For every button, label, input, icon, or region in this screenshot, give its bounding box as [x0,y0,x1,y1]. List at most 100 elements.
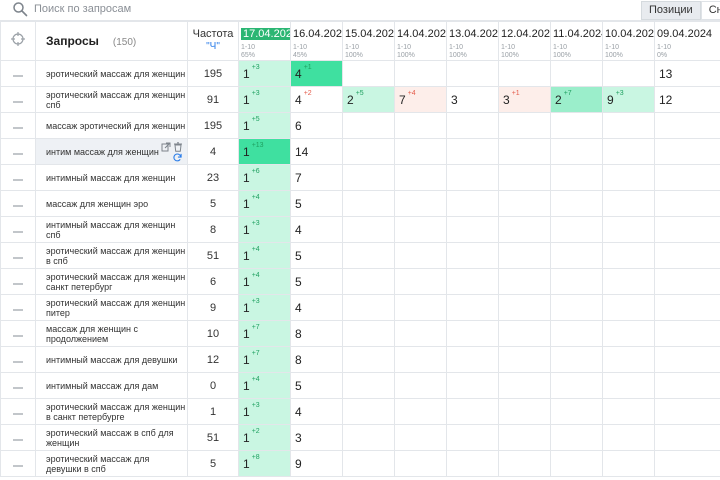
row-select-cell[interactable] [0,320,36,347]
position-cell[interactable]: 1 +6 [238,164,291,191]
query-cell[interactable]: эротический массаж для женщин [35,60,188,87]
row-select-cell[interactable] [0,112,36,139]
query-cell[interactable]: массаж для женщин эро [35,190,188,217]
date-column-header[interactable]: 12.04.2024 1-10100% [498,21,551,61]
position-cell[interactable] [654,320,720,347]
position-cell[interactable] [342,372,395,399]
position-cell[interactable] [654,372,720,399]
table-row[interactable]: эротический массаж для женщин санкт пете… [0,268,720,295]
date-column-header[interactable]: 11.04.2024 1-10 100% [550,21,603,61]
query-cell[interactable]: интимный массаж для женщин [35,164,188,191]
row-select-cell[interactable] [0,268,36,295]
position-cell[interactable] [446,424,499,451]
row-select-cell[interactable] [0,216,36,243]
tab-snippets[interactable]: Снип [700,1,720,20]
query-cell[interactable]: интимный массаж для женщин спб [35,216,188,243]
position-cell[interactable]: 1 +3 [238,60,291,87]
row-select-cell[interactable] [0,190,36,217]
position-cell[interactable] [446,294,499,321]
position-cell[interactable] [394,424,447,451]
position-cell[interactable]: 1 +8 [238,450,291,477]
position-cell[interactable] [498,112,551,139]
position-cell[interactable] [602,294,655,321]
position-cell[interactable] [602,216,655,243]
table-row[interactable]: эротический массаж для женщин питер 9 1 +3 4 [0,294,720,321]
position-cell[interactable] [498,424,551,451]
position-cell[interactable] [342,294,395,321]
queries-header[interactable]: Запросы (150) [35,21,188,61]
position-cell[interactable]: 1 +4 [238,190,291,217]
position-cell[interactable]: 12 [654,86,720,113]
position-cell[interactable] [498,268,551,295]
position-cell[interactable]: 1 +7 [238,346,291,373]
row-select-cell[interactable] [0,164,36,191]
position-cell[interactable]: 7 +4 [394,86,447,113]
table-row[interactable]: интим массаж для женщин 4 1 +13 14 [0,138,720,165]
position-cell[interactable]: 5 [290,242,343,269]
row-select-cell[interactable] [0,242,36,269]
position-cell[interactable] [394,268,447,295]
position-cell[interactable] [550,450,603,477]
position-cell[interactable] [654,268,720,295]
position-cell[interactable] [602,190,655,217]
position-cell[interactable]: 1 +5 [238,112,291,139]
position-cell[interactable] [654,216,720,243]
position-cell[interactable] [550,372,603,399]
position-cell[interactable] [602,268,655,295]
row-select-cell[interactable] [0,86,36,113]
query-cell[interactable]: эротический массаж для девушки в спб [35,450,188,477]
table-row[interactable]: эротический массаж для девушки в спб 5 1 +8… [0,450,720,477]
position-cell[interactable] [394,372,447,399]
frequency-header[interactable]: Частота "Ч" [187,21,239,61]
position-cell[interactable]: 5 [290,190,343,217]
table-row[interactable]: эротический массаж для женщин 195 1 +3 4 +1 13 [0,60,720,87]
position-cell[interactable] [394,398,447,425]
position-cell[interactable] [550,424,603,451]
position-cell[interactable] [602,450,655,477]
position-cell[interactable]: 1 +2 [238,424,291,451]
query-cell[interactable]: интимный массаж для дам [35,372,188,399]
query-cell[interactable]: эротический массаж для женщин в спб [35,242,188,269]
position-cell[interactable]: 6 [290,112,343,139]
position-cell[interactable] [550,190,603,217]
position-cell[interactable] [654,242,720,269]
position-cell[interactable] [498,346,551,373]
table-row[interactable]: интимный массаж для девушки 12 1 +7 8 [0,346,720,373]
position-cell[interactable]: 4 +1 [290,60,343,87]
position-cell[interactable] [394,112,447,139]
position-cell[interactable] [654,112,720,139]
row-select-cell[interactable] [0,424,36,451]
position-cell[interactable] [550,138,603,165]
position-cell[interactable] [446,268,499,295]
query-cell[interactable]: эротический массаж для женщин в санкт пе… [35,398,188,425]
position-cell[interactable] [602,346,655,373]
position-cell[interactable]: 1 +3 [238,398,291,425]
query-cell[interactable]: массаж для женщин с продолжением [35,320,188,347]
position-cell[interactable] [446,60,499,87]
position-cell[interactable] [446,216,499,243]
position-cell[interactable] [654,450,720,477]
position-cell[interactable] [654,138,720,165]
row-select-cell[interactable] [0,450,36,477]
position-cell[interactable] [342,60,395,87]
position-cell[interactable] [550,60,603,87]
position-cell[interactable] [654,294,720,321]
position-cell[interactable] [342,450,395,477]
position-cell[interactable] [602,60,655,87]
position-cell[interactable] [446,138,499,165]
position-cell[interactable] [550,268,603,295]
position-cell[interactable] [394,242,447,269]
position-cell[interactable] [342,320,395,347]
position-cell[interactable] [394,190,447,217]
position-cell[interactable] [446,372,499,399]
position-cell[interactable] [498,372,551,399]
position-cell[interactable] [498,450,551,477]
position-cell[interactable]: 3 [290,424,343,451]
position-cell[interactable] [550,320,603,347]
position-cell[interactable] [394,138,447,165]
position-cell[interactable] [394,60,447,87]
position-cell[interactable] [446,190,499,217]
position-cell[interactable]: 1 +7 [238,320,291,347]
position-cell[interactable] [498,294,551,321]
position-cell[interactable] [342,164,395,191]
